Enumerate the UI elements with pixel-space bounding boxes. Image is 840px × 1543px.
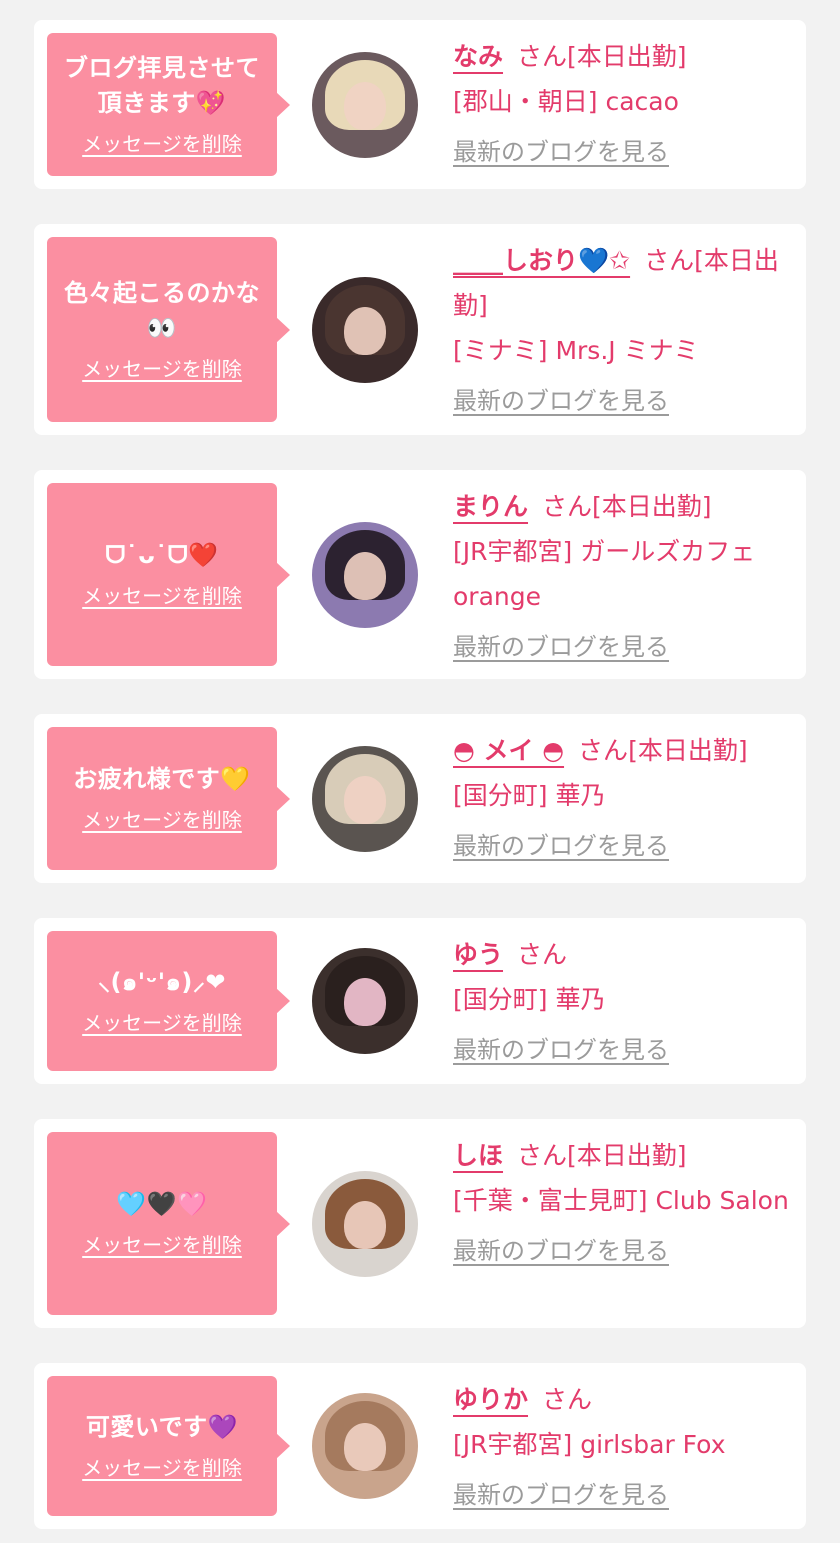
sender-name-link[interactable]: ____しおり💙✩ — [453, 246, 630, 275]
honorific: さん — [542, 492, 593, 521]
sender-info: なみ さん[本日出勤] [郡山・朝日] cacao 最新のブログを見る — [453, 34, 792, 175]
status-text: [本日出勤] — [628, 736, 748, 765]
avatar-face-shape — [344, 775, 386, 824]
shop-text: [国分町] 華乃 — [453, 781, 606, 810]
honorific: さん — [517, 1141, 568, 1170]
message-text: ブログ拝見させて頂きます💖 — [64, 53, 260, 117]
message-text: 可愛いです💜 — [85, 1412, 239, 1441]
message-bubble: 🩵🖤🩷 メッセージを削除 — [47, 1132, 290, 1315]
sender-name-link[interactable]: ゆりか — [453, 1385, 528, 1414]
message-bubble: 可愛いです💜 メッセージを削除 — [47, 1376, 290, 1516]
sender-info: まりん さん[本日出勤] [JR宇都宮] ガールズカフェorange 最新のブログ… — [453, 484, 792, 670]
message-card: お疲れ様です💛 メッセージを削除 ◓ メイ ◓ さん[本日出勤] [国分町] 華乃… — [34, 714, 806, 883]
sender-name-link[interactable]: なみ — [453, 42, 503, 71]
avatar-face-shape — [344, 306, 386, 355]
message-text: 色々起こるのかな👀 — [64, 278, 260, 342]
message-card: ブログ拝見させて頂きます💖 メッセージを削除 なみ さん[本日出勤] [郡山・朝日… — [34, 20, 806, 189]
sender-name-link[interactable]: ◓ メイ ◓ — [453, 736, 564, 765]
message-bubble: お疲れ様です💛 メッセージを削除 — [47, 727, 290, 870]
sender-info: ゆう さん [国分町] 華乃 最新のブログを見る — [453, 932, 792, 1073]
honorific: さん — [578, 736, 629, 765]
avatar[interactable] — [312, 1170, 418, 1277]
shop-text: [JR宇都宮] ガールズカフェorange — [453, 537, 756, 611]
avatar-face-shape — [344, 1200, 386, 1249]
avatar-face-shape — [344, 1423, 386, 1471]
avatar[interactable] — [312, 948, 418, 1054]
honorific: さん — [644, 246, 695, 275]
message-card: 🩵🖤🩷 メッセージを削除 しほ さん[本日出勤] [千葉・富士見町] Club S… — [34, 1119, 806, 1328]
latest-blog-link[interactable]: 最新のブログを見る — [453, 1473, 669, 1518]
avatar-face-shape — [344, 978, 386, 1026]
avatar[interactable] — [312, 276, 418, 383]
shop-text: [国分町] 華乃 — [453, 985, 606, 1014]
avatar[interactable] — [312, 521, 418, 628]
delete-message-link[interactable]: メッセージを削除 — [82, 1455, 242, 1481]
status-text: [本日出勤] — [567, 1141, 687, 1170]
honorific: さん — [517, 42, 568, 71]
message-bubble: ᗜ˙ᴗ˙ᗜ❤️ メッセージを削除 — [47, 483, 290, 666]
avatar[interactable] — [312, 1393, 418, 1499]
delete-message-link[interactable]: メッセージを削除 — [82, 1010, 242, 1036]
shop-text: [ミナミ] Mrs.J ミナミ — [453, 336, 699, 365]
shop-text: [郡山・朝日] cacao — [453, 87, 679, 116]
delete-message-link[interactable]: メッセージを削除 — [82, 356, 242, 382]
latest-blog-link[interactable]: 最新のブログを見る — [453, 1028, 669, 1073]
message-card: 色々起こるのかな👀 メッセージを削除 ____しおり💙✩ さん[本日出勤] [ミナ… — [34, 224, 806, 435]
honorific: さん — [517, 940, 568, 969]
avatar-face-shape — [344, 551, 386, 600]
message-text: お疲れ様です💛 — [73, 765, 251, 793]
avatar-face-shape — [344, 81, 386, 130]
shop-text: [千葉・富士見町] Club Salon — [453, 1186, 789, 1215]
message-card: ᗜ˙ᴗ˙ᗜ❤️ メッセージを削除 まりん さん[本日出勤] [JR宇都宮] ガール… — [34, 470, 806, 679]
message-bubble: ‎⸜(๑'ᵕ'๑)⸝❤︎ メッセージを削除 — [47, 931, 290, 1071]
delete-message-link[interactable]: メッセージを削除 — [82, 131, 242, 157]
latest-blog-link[interactable]: 最新のブログを見る — [453, 130, 669, 175]
latest-blog-link[interactable]: 最新のブログを見る — [453, 824, 669, 869]
sender-info: しほ さん[本日出勤] [千葉・富士見町] Club Salon 最新のブログを見… — [453, 1133, 792, 1274]
delete-message-link[interactable]: メッセージを削除 — [82, 583, 242, 609]
latest-blog-link[interactable]: 最新のブログを見る — [453, 379, 669, 424]
delete-message-link[interactable]: メッセージを削除 — [82, 807, 242, 833]
shop-text: [JR宇都宮] girlsbar Fox — [453, 1430, 726, 1459]
message-bubble: ブログ拝見させて頂きます💖 メッセージを削除 — [47, 33, 290, 176]
avatar[interactable] — [312, 51, 418, 158]
avatar[interactable] — [312, 745, 418, 852]
status-text: [本日出勤] — [592, 492, 712, 521]
sender-name-link[interactable]: まりん — [453, 492, 528, 521]
sender-info: ◓ メイ ◓ さん[本日出勤] [国分町] 華乃 最新のブログを見る — [453, 728, 792, 869]
message-card: ‎⸜(๑'ᵕ'๑)⸝❤︎ メッセージを削除 ゆう さん [国分町] 華乃 最新のブ… — [34, 918, 806, 1084]
latest-blog-link[interactable]: 最新のブログを見る — [453, 625, 669, 670]
message-text: 🩵🖤🩷 — [116, 1190, 208, 1218]
latest-blog-link[interactable]: 最新のブログを見る — [453, 1229, 669, 1274]
sender-name-link[interactable]: しほ — [453, 1141, 503, 1170]
delete-message-link[interactable]: メッセージを削除 — [82, 1232, 242, 1258]
sender-info: ____しおり💙✩ さん[本日出勤] [ミナミ] Mrs.J ミナミ 最新のブログ… — [453, 238, 792, 424]
message-text: ᗜ˙ᴗ˙ᗜ❤️ — [105, 541, 219, 569]
sender-name-link[interactable]: ゆう — [453, 940, 503, 969]
status-text: [本日出勤] — [567, 42, 687, 71]
honorific: さん — [542, 1385, 593, 1414]
message-bubble: 色々起こるのかな👀 メッセージを削除 — [47, 237, 290, 422]
message-text: ‎⸜(๑'ᵕ'๑)⸝❤︎ — [98, 967, 226, 996]
message-card: 可愛いです💜 メッセージを削除 ゆりか さん [JR宇都宮] girlsbar F… — [34, 1363, 806, 1529]
sender-info: ゆりか さん [JR宇都宮] girlsbar Fox 最新のブログを見る — [453, 1377, 792, 1518]
